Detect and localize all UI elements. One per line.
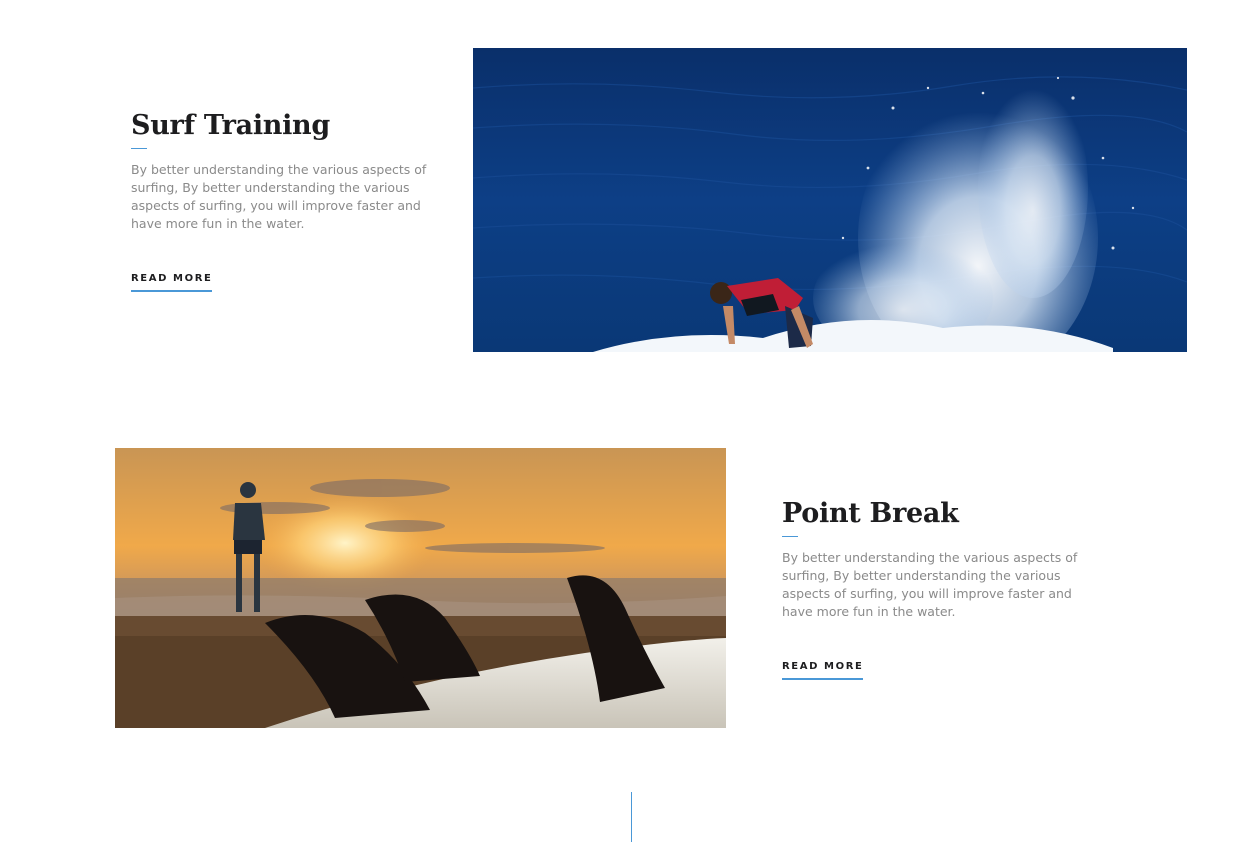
title-underline (131, 148, 147, 149)
surfer-wave-photo (473, 48, 1187, 352)
page: Surf Training By better understanding th… (0, 0, 1258, 842)
feature-description: By better understanding the various aspe… (782, 550, 1078, 619)
feature-title: Surf Training (131, 110, 330, 141)
feature-surf-training: Surf Training By better understanding th… (131, 108, 431, 292)
feature-title: Point Break (782, 498, 959, 529)
surfboard-fins-sunset-photo (115, 448, 726, 728)
section-divider-line (631, 792, 632, 842)
read-more-link[interactable]: READ MORE (782, 661, 864, 680)
title-underline (782, 536, 798, 537)
feature-description: By better understanding the various aspe… (131, 162, 427, 231)
read-more-link[interactable]: READ MORE (131, 273, 213, 292)
feature-point-break: Point Break By better understanding the … (782, 496, 1092, 680)
